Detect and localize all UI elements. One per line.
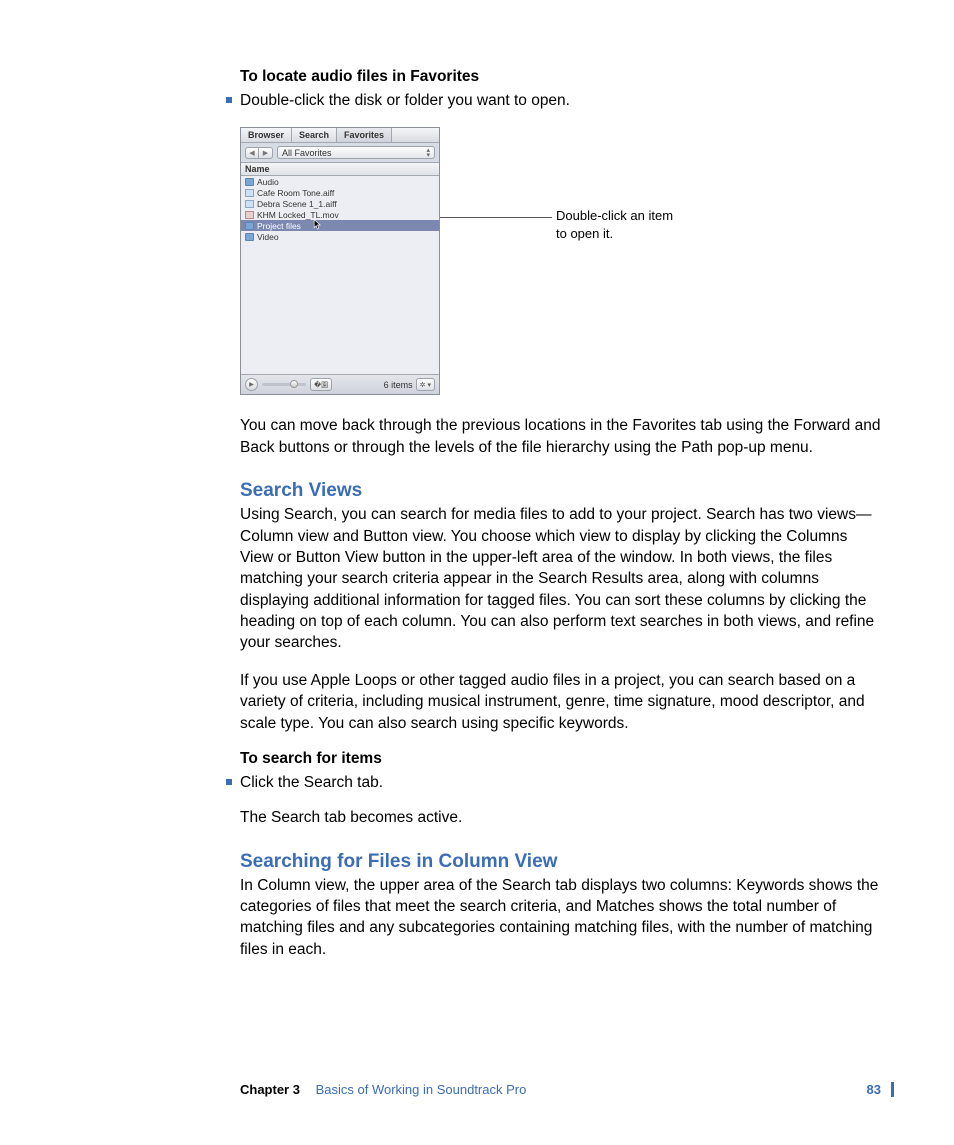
play-button[interactable]: ▶ xyxy=(245,378,258,391)
list-item[interactable]: Audio xyxy=(241,176,439,187)
item-count: 6 items xyxy=(384,380,413,390)
folder-icon xyxy=(245,233,254,241)
file-label: KHM Locked_TL.mov xyxy=(257,210,339,220)
callout-line xyxy=(440,217,552,218)
list-item[interactable]: Cafe Room Tone.aiff xyxy=(241,187,439,198)
bullet-item: Double-click the disk or folder you want… xyxy=(226,90,884,111)
paragraph: In Column view, the upper area of the Se… xyxy=(240,875,884,961)
list-item[interactable]: Video xyxy=(241,231,439,242)
page-number: 83 xyxy=(867,1082,881,1097)
folder-icon xyxy=(245,222,254,230)
footer-title: Basics of Working in Soundtrack Pro xyxy=(316,1082,527,1097)
favorites-panel: Browser Search Favorites ◀ ▶ All Favorit… xyxy=(240,127,440,395)
page-footer: Chapter 3 Basics of Working in Soundtrac… xyxy=(240,1082,894,1097)
procedure-heading: To search for items xyxy=(240,750,884,768)
audio-file-icon xyxy=(245,189,254,197)
path-label: All Favorites xyxy=(282,148,332,158)
tab-favorites[interactable]: Favorites xyxy=(337,128,392,142)
file-list: Audio Cafe Room Tone.aiff Debra Scene 1_… xyxy=(241,176,439,374)
forward-button[interactable]: ▶ xyxy=(259,147,273,159)
paragraph: Using Search, you can search for media f… xyxy=(240,504,884,654)
tabs-row: Browser Search Favorites xyxy=(241,128,439,143)
file-label: Audio xyxy=(257,177,279,187)
toolbar: ◀ ▶ All Favorites ▴▾ xyxy=(241,143,439,163)
bullet-text: Click the Search tab. xyxy=(240,772,383,793)
cursor-icon xyxy=(313,219,322,231)
bullet-text: Double-click the disk or folder you want… xyxy=(240,90,570,111)
audio-file-icon xyxy=(245,200,254,208)
bullet-item: Click the Search tab. xyxy=(226,772,884,793)
back-button[interactable]: ◀ xyxy=(245,147,259,159)
footer-bar-icon xyxy=(891,1082,894,1097)
bullet-icon xyxy=(226,97,232,103)
file-label: Project files xyxy=(257,221,301,231)
folder-icon xyxy=(245,178,254,186)
bullet-icon xyxy=(226,779,232,785)
action-menu-button[interactable]: ✲ ▾ xyxy=(416,378,435,391)
footer-chapter: Chapter 3 xyxy=(240,1082,300,1097)
popup-arrows-icon: ▴▾ xyxy=(426,148,430,158)
list-item[interactable]: Debra Scene 1_1.aiff xyxy=(241,198,439,209)
volume-slider[interactable] xyxy=(262,383,306,386)
callout-text: Double-click an item to open it. xyxy=(556,207,673,242)
list-item-selected[interactable]: Project files xyxy=(241,220,439,231)
tab-search[interactable]: Search xyxy=(292,128,337,142)
video-file-icon xyxy=(245,211,254,219)
tab-browser[interactable]: Browser xyxy=(241,128,292,142)
paragraph: You can move back through the previous l… xyxy=(240,415,884,458)
bottom-bar: ▶ �園 6 items ✲ ▾ xyxy=(241,374,439,394)
file-label: Video xyxy=(257,232,279,242)
paragraph: The Search tab becomes active. xyxy=(240,807,884,828)
section-heading-column-view: Searching for Files in Column View xyxy=(240,851,884,873)
procedure-heading: To locate audio files in Favorites xyxy=(240,68,884,86)
paragraph: If you use Apple Loops or other tagged a… xyxy=(240,670,884,734)
section-heading-search-views: Search Views xyxy=(240,480,884,502)
list-item[interactable]: KHM Locked_TL.mov xyxy=(241,209,439,220)
loop-button[interactable]: �園 xyxy=(310,378,332,391)
file-label: Cafe Room Tone.aiff xyxy=(257,188,334,198)
path-popup[interactable]: All Favorites ▴▾ xyxy=(277,146,435,159)
file-label: Debra Scene 1_1.aiff xyxy=(257,199,337,209)
column-header-name[interactable]: Name xyxy=(241,163,439,176)
